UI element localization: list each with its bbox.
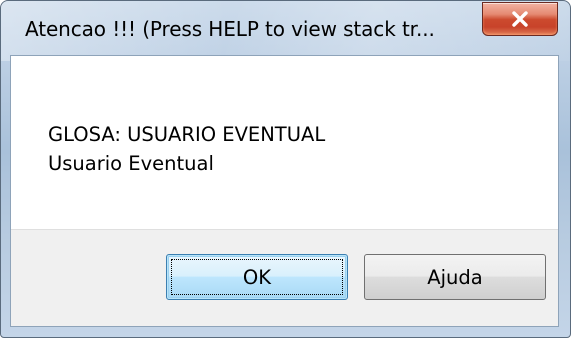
window-title: Atencao !!! (Press HELP to view stack tr… (25, 17, 435, 41)
message-line-1: GLOSA: USUARIO EVENTUAL (48, 123, 326, 146)
button-bar: OK Ajuda (11, 229, 558, 326)
close-icon (511, 11, 529, 27)
dialog-window: Atencao !!! (Press HELP to view stack tr… (0, 0, 571, 338)
ok-button-label: OK (242, 265, 272, 289)
help-button-label: Ajuda (427, 265, 483, 289)
dialog-body: GLOSA: USUARIO EVENTUAL Usuario Eventual… (10, 55, 559, 327)
close-button[interactable] (482, 2, 558, 36)
message-text: GLOSA: USUARIO EVENTUAL Usuario Eventual (48, 120, 325, 178)
help-button[interactable]: Ajuda (364, 254, 546, 300)
message-line-2: Usuario Eventual (48, 152, 214, 175)
title-bar[interactable]: Atencao !!! (Press HELP to view stack tr… (1, 1, 570, 55)
ok-button[interactable]: OK (166, 254, 348, 300)
